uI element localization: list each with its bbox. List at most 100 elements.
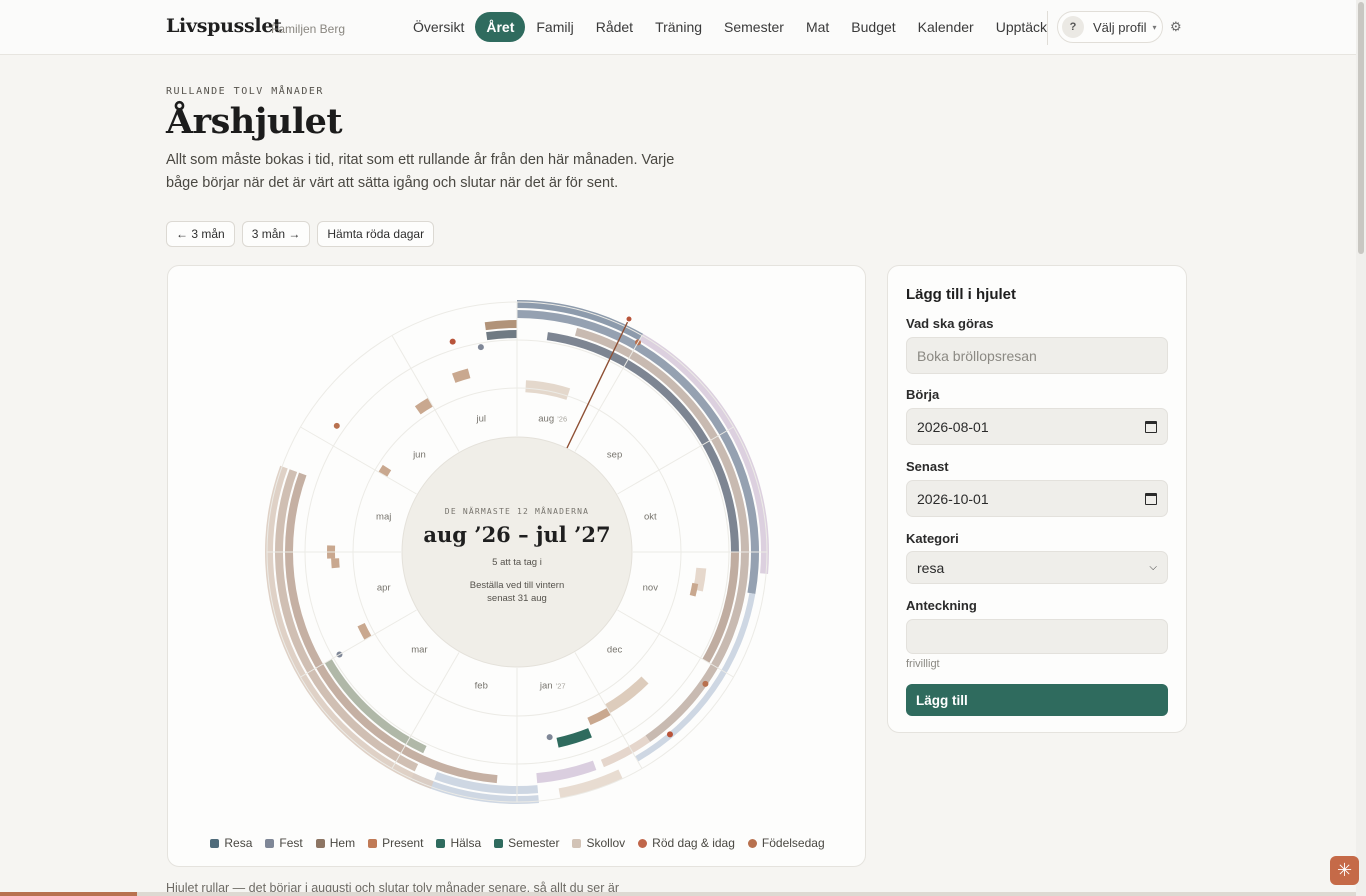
- legend-present[interactable]: Present: [368, 836, 423, 850]
- wheel-event-block: [525, 380, 571, 400]
- wheel-marker-dot: [333, 422, 340, 429]
- wheel-controls: ← 3 mån 3 mån → Hämta röda dagar: [166, 221, 435, 247]
- wheel-month-label: apr: [377, 583, 391, 594]
- wheel-marker-dot: [449, 338, 456, 345]
- legend-skollov[interactable]: Skollov: [572, 836, 625, 850]
- assistant-button[interactable]: ✳: [1330, 856, 1359, 885]
- wheel-event-block: [452, 368, 471, 383]
- footer-rule-accent: [0, 892, 137, 896]
- nav-divider: [1047, 11, 1048, 45]
- wheel-spoke: [574, 652, 643, 769]
- brand-logo[interactable]: Livspusslet: [166, 15, 282, 37]
- wheel-month-label: maj: [376, 511, 391, 522]
- legend-fodelsedag[interactable]: Födelsedag: [747, 836, 825, 850]
- legend-swatch: [315, 838, 325, 848]
- legend-swatch: [572, 838, 582, 848]
- forward-3-months-button[interactable]: 3 mån →: [241, 221, 311, 247]
- today-dot: [625, 315, 633, 323]
- wheel-month-label: okt: [644, 511, 657, 522]
- note-hint: frivilligt: [906, 658, 940, 670]
- wheel-month-label: nov: [643, 583, 659, 594]
- chevron-down-icon: ▾: [1152, 22, 1157, 32]
- profile-selector[interactable]: ? Välj profil ▾: [1057, 11, 1163, 43]
- legend-fest[interactable]: Fest: [265, 836, 303, 850]
- fetch-holidays-button[interactable]: Hämta röda dagar: [317, 221, 435, 247]
- legend-resa[interactable]: Resa: [210, 836, 252, 850]
- wheel-month-label: jan ’27: [539, 680, 566, 691]
- wheel-event-block: [605, 676, 649, 714]
- latest-date-input[interactable]: 2026-10-01: [906, 480, 1168, 517]
- nav-semester[interactable]: Semester: [713, 12, 795, 42]
- nav-familj[interactable]: Familj: [525, 12, 584, 42]
- scrollbar-thumb[interactable]: [1358, 2, 1364, 254]
- wheel-event-block: [414, 397, 433, 415]
- legend-semester[interactable]: Semester: [494, 836, 559, 850]
- legend-swatch: [210, 838, 220, 848]
- note-label: Anteckning: [906, 598, 977, 613]
- nav-budget[interactable]: Budget: [840, 12, 906, 42]
- legend-swatch: [494, 838, 504, 848]
- wheel-month-label: dec: [607, 645, 623, 656]
- back-3-months-button[interactable]: ← 3 mån: [166, 221, 235, 247]
- legend-hem[interactable]: Hem: [315, 836, 355, 850]
- wheel-spoke: [300, 426, 417, 495]
- gear-icon[interactable]: ⚙: [1170, 19, 1182, 35]
- wheel-month-year: ’26: [557, 415, 567, 424]
- wheel-month-label: mar: [411, 645, 427, 656]
- wheel-spoke: [300, 609, 417, 678]
- nav-aret[interactable]: Året: [475, 12, 526, 42]
- note-input[interactable]: [906, 619, 1168, 654]
- footer-rule: [0, 892, 1356, 896]
- wheel-month-label: sep: [607, 449, 622, 460]
- chevron-down-icon: ⌵: [1149, 562, 1157, 573]
- start-label: Börja: [906, 387, 940, 402]
- legend-rod-dag[interactable]: Röd dag & idag: [638, 836, 735, 850]
- wheel-event-arc: [486, 330, 517, 341]
- wheel-month-label: feb: [475, 680, 488, 691]
- what-label: Vad ska göras: [906, 316, 994, 331]
- add-button[interactable]: Lägg till: [906, 684, 1168, 716]
- year-wheel[interactable]: aug ’26 sep okt nov dec jan ’27 feb mar apr maj jun j…: [168, 266, 867, 826]
- wheel-marker-dot: [477, 344, 484, 351]
- center-count: 5 att ta tag i: [492, 557, 542, 568]
- nav-kalender[interactable]: Kalender: [907, 12, 985, 42]
- nav-mat[interactable]: Mat: [795, 12, 840, 42]
- wheel-event-arc: [536, 760, 597, 784]
- nav-traning[interactable]: Träning: [644, 12, 713, 42]
- wheel-event-arc: [484, 320, 517, 331]
- start-date-value: 2026-08-01: [917, 418, 989, 435]
- wheel-legend: Resa Fest Hem Present Hälsa Semester Sko…: [168, 836, 867, 850]
- latest-date-value: 2026-10-01: [917, 490, 989, 507]
- category-label: Kategori: [906, 531, 959, 546]
- legend-swatch: [638, 838, 648, 848]
- page-title: Årshjulet: [166, 101, 343, 142]
- page-intro: Allt som måste bokas i tid, ritat som et…: [166, 152, 675, 191]
- wheel-marker-dot: [702, 680, 709, 687]
- center-next-deadline: senast 31 aug: [487, 593, 547, 604]
- wheel-spoke: [391, 335, 460, 452]
- wheel-event-block: [331, 558, 340, 569]
- center-next-item: Beställa ved till vintern: [470, 580, 565, 591]
- wheel-month-label: aug ’26: [538, 414, 567, 425]
- wheel-marker-dot: [546, 734, 553, 741]
- legend-halsa[interactable]: Hälsa: [436, 836, 481, 850]
- nav-radet[interactable]: Rådet: [585, 12, 644, 42]
- category-select[interactable]: resa ⌵: [906, 551, 1168, 584]
- wheel-event-block: [689, 582, 699, 597]
- wheel-event-block: [556, 728, 592, 748]
- calendar-icon[interactable]: [1145, 492, 1157, 505]
- legend-swatch: [747, 838, 757, 848]
- form-title: Lägg till i hjulet: [906, 286, 1016, 303]
- wheel-month-label: jul: [476, 414, 487, 425]
- top-bar: Livspusslet Familjen Berg Översikt Året …: [0, 0, 1356, 55]
- wheel-center: [401, 436, 633, 668]
- what-input[interactable]: Boka bröllopsresan: [906, 337, 1168, 374]
- nav-oversikt[interactable]: Översikt: [402, 12, 475, 42]
- legend-swatch: [436, 838, 446, 848]
- wheel-event-block: [587, 707, 611, 726]
- wheel-month-year: ’27: [556, 681, 566, 690]
- calendar-icon[interactable]: [1145, 420, 1157, 433]
- profile-label: Välj profil: [1093, 19, 1147, 35]
- year-wheel-card: aug ’26 sep okt nov dec jan ’27 feb mar apr maj jun j…: [167, 265, 866, 867]
- start-date-input[interactable]: 2026-08-01: [906, 408, 1168, 445]
